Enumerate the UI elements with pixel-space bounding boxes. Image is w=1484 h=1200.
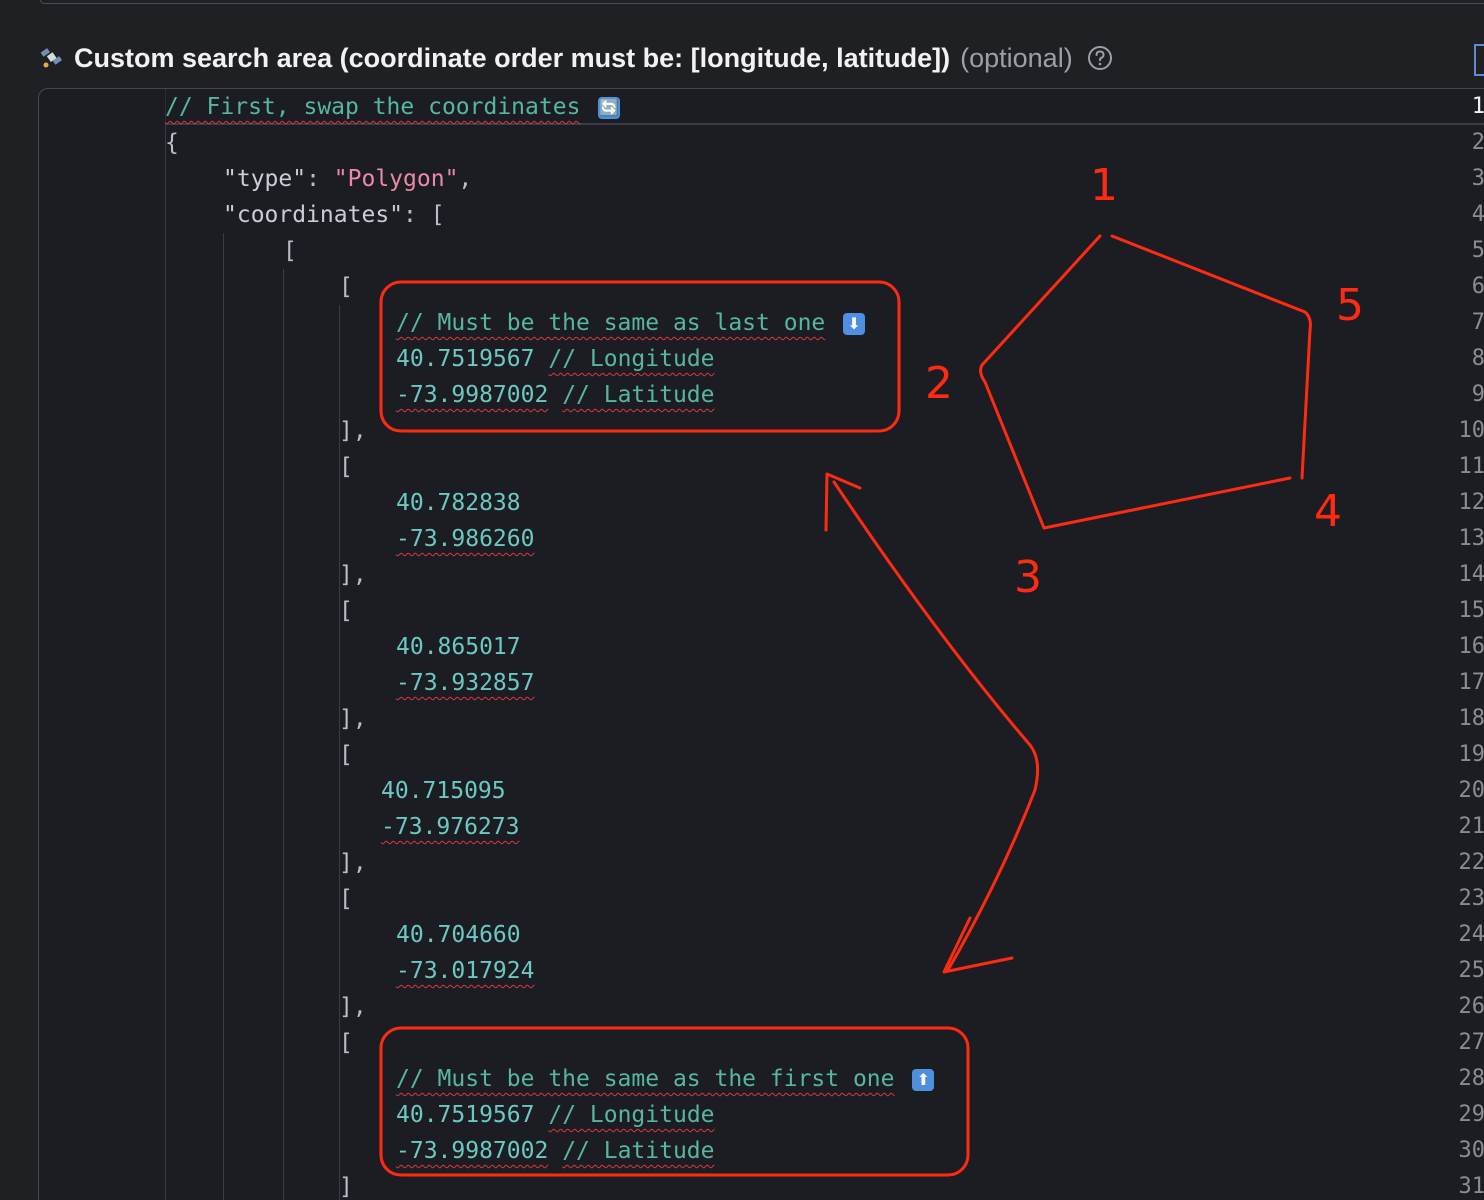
comment: // First, swap the coordinates <box>165 94 581 120</box>
line-number: 13 <box>1458 526 1484 551</box>
code-line-26: ], <box>339 994 367 1020</box>
code-line-22: ], <box>339 850 367 876</box>
code-line-1: // First, swap the coordinates 🔄 <box>165 89 621 125</box>
line-number: 29 <box>1458 1102 1484 1127</box>
code-line-21: -73.976273 <box>381 809 519 845</box>
line-number: 6 <box>1471 274 1484 299</box>
line-number: 26 <box>1458 994 1484 1019</box>
code-line-18: ], <box>339 706 367 732</box>
comment: // Latitude <box>562 1138 715 1164</box>
comma: , <box>458 166 473 192</box>
code-line-23: [ <box>339 886 353 912</box>
line-number: 28 <box>1458 1066 1484 1091</box>
code-line-9: -73.9987002 // Latitude <box>396 377 715 413</box>
line-number: 10 <box>1458 418 1484 443</box>
number: -73.017924 <box>396 958 535 984</box>
code-line-3: "type": "Polygon", <box>223 161 472 197</box>
line-number-gutter <box>39 89 166 1200</box>
line-number: 19 <box>1458 742 1484 767</box>
question-circle-icon[interactable] <box>1087 45 1113 71</box>
code-editor[interactable]: 1 2 3 4 5 6 7 8 9 10 11 12 13 14 15 16 1… <box>38 88 1484 1200</box>
comment: // Must be the same as the first one <box>396 1066 895 1092</box>
line-number: 9 <box>1471 382 1484 407</box>
code-line-2: { <box>165 130 179 156</box>
code-line-19: [ <box>339 742 353 768</box>
line-number: 30 <box>1458 1138 1484 1163</box>
code-line-24: 40.704660 <box>396 922 521 948</box>
line-number: 5 <box>1471 238 1484 263</box>
indent-guide <box>223 233 224 1200</box>
line-number: 16 <box>1458 634 1484 659</box>
swap-arrows-icon: 🔄 <box>598 96 621 119</box>
down-arrow-icon: ⬇ <box>843 312 866 335</box>
line-number: 11 <box>1458 454 1484 479</box>
line-number: 4 <box>1471 202 1484 227</box>
line-number: 15 <box>1458 598 1484 623</box>
comment: // Longitude <box>548 1102 715 1128</box>
line-number: 22 <box>1458 850 1484 875</box>
comment: // Longitude <box>548 346 715 372</box>
field-label: Custom search area (coordinate order mus… <box>38 36 1113 80</box>
comment: // Must be the same as last one <box>396 310 826 336</box>
code-line-7: // Must be the same as last one ⬇ <box>396 305 866 341</box>
code-line-27: [ <box>339 1030 353 1056</box>
code-line-10: ], <box>339 418 367 444</box>
line-number: 2 <box>1471 130 1484 155</box>
code-line-30: -73.9987002 // Latitude <box>396 1133 715 1169</box>
code-line-8: 40.7519567 // Longitude <box>396 341 715 377</box>
line-number: 21 <box>1458 814 1484 839</box>
line-number: 1 <box>1471 94 1484 119</box>
code-line-14: ], <box>339 562 367 588</box>
indent-guide <box>165 125 166 1200</box>
number: -73.986260 <box>396 526 535 552</box>
previous-field-edge <box>0 0 1484 14</box>
number: -73.9987002 <box>396 382 549 408</box>
number: -73.932857 <box>396 670 535 696</box>
code-line-15: [ <box>339 598 353 624</box>
line-number: 18 <box>1458 706 1484 731</box>
line-number: 27 <box>1458 1030 1484 1055</box>
json-string: "Polygon" <box>333 166 459 192</box>
json-key: "coordinates" <box>223 202 404 228</box>
number: -73.976273 <box>381 814 520 840</box>
colon: : <box>306 166 334 192</box>
number: -73.9987002 <box>396 1138 549 1164</box>
line-number: 7 <box>1471 310 1484 335</box>
code-line-31: ] <box>339 1174 353 1200</box>
code-line-12: 40.782838 <box>396 490 521 516</box>
code-line-25: -73.017924 <box>396 953 534 989</box>
code-line-20: 40.715095 <box>381 778 506 804</box>
line-number: 14 <box>1458 562 1484 587</box>
json-key: "type" <box>223 166 307 192</box>
field-label-text: Custom search area (coordinate order mus… <box>74 42 951 73</box>
comment: // Latitude <box>562 382 715 408</box>
up-arrow-icon: ⬆ <box>912 1068 935 1091</box>
panel-edge-marker <box>1474 44 1484 76</box>
array-open: : [ <box>403 202 445 228</box>
line-number: 25 <box>1458 958 1484 983</box>
code-line-5: [ <box>283 238 297 264</box>
line-number: 23 <box>1458 886 1484 911</box>
line-number: 8 <box>1471 346 1484 371</box>
line-number: 12 <box>1458 490 1484 515</box>
code-line-28: // Must be the same as the first one ⬆ <box>396 1061 935 1097</box>
satellite-icon <box>38 44 66 72</box>
code-line-17: -73.932857 <box>396 665 534 701</box>
code-line-29: 40.7519567 // Longitude <box>396 1097 715 1133</box>
line-number: 31 <box>1458 1174 1484 1199</box>
line-number: 17 <box>1458 670 1484 695</box>
code-line-11: [ <box>339 454 353 480</box>
number: 40.7519567 <box>396 346 535 372</box>
code-line-6: [ <box>339 274 353 300</box>
code-line-4: "coordinates": [ <box>223 197 445 233</box>
code-line-13: -73.986260 <box>396 521 534 557</box>
number: 40.7519567 <box>396 1102 535 1128</box>
line-number: 24 <box>1458 922 1484 947</box>
line-number: 3 <box>1471 166 1484 191</box>
line-number: 20 <box>1458 778 1484 803</box>
optional-tag: (optional) <box>960 42 1073 73</box>
code-line-16: 40.865017 <box>396 634 521 660</box>
indent-guide <box>283 269 284 1200</box>
